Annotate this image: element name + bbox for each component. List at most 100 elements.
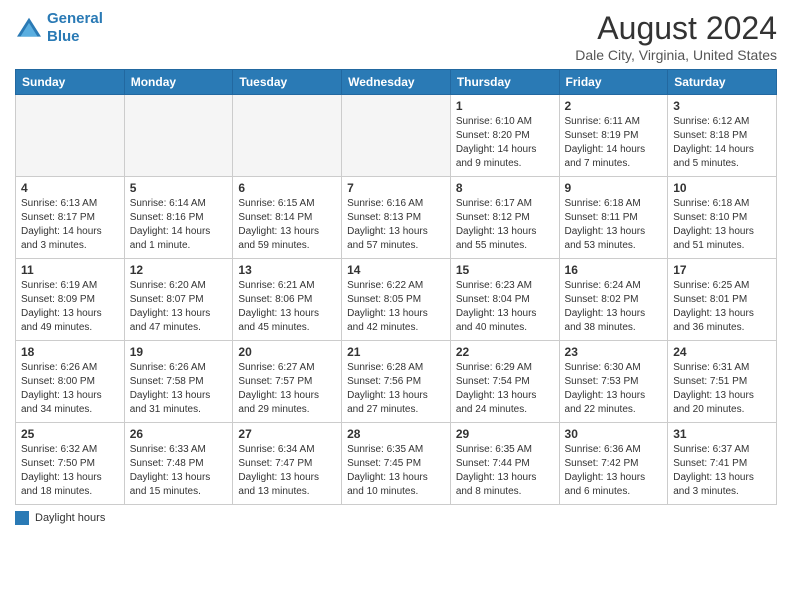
calendar-cell: 7 Sunrise: 6:16 AM Sunset: 8:13 PM Daylig… — [342, 177, 451, 259]
calendar-cell — [124, 95, 233, 177]
calendar-cell: 9 Sunrise: 6:18 AM Sunset: 8:11 PM Daylig… — [559, 177, 668, 259]
cell-date: 16 — [565, 263, 663, 277]
cell-info: Sunrise: 6:27 AM Sunset: 7:57 PM Dayligh… — [238, 361, 336, 417]
legend-label: Daylight hours — [35, 512, 105, 524]
calendar-cell: 5 Sunrise: 6:14 AM Sunset: 8:16 PM Daylig… — [124, 177, 233, 259]
cell-date: 3 — [673, 99, 771, 113]
cell-date: 15 — [456, 263, 554, 277]
calendar-cell: 11Sunrise: 6:19 AM Sunset: 8:09 PM Dayli… — [16, 259, 125, 341]
calendar-cell: 25 Sunrise: 6:32 AM Sunset: 7:50 PM Dayli… — [16, 423, 125, 505]
cell-date: 24 — [673, 345, 771, 359]
calendar-cell: 10Sunrise: 6:18 AM Sunset: 8:10 PM Dayli… — [668, 177, 777, 259]
cell-info: Sunrise: 6:11 AM Sunset: 8:19 PM Dayligh… — [565, 115, 663, 171]
calendar-week-row: 25 Sunrise: 6:32 AM Sunset: 7:50 PM Dayli… — [16, 423, 777, 505]
cell-info: Sunrise: 6:26 AM Sunset: 8:00 PM Dayligh… — [21, 361, 119, 417]
cell-date: 28 — [347, 427, 445, 441]
cell-date: 7 — [347, 181, 445, 195]
calendar-cell: 21Sunrise: 6:28 AM Sunset: 7:56 PM Dayli… — [342, 341, 451, 423]
month-title: August 2024 — [575, 10, 777, 47]
calendar-day-header: Wednesday — [342, 70, 451, 95]
logo-blue: Blue — [47, 28, 80, 45]
calendar-cell: 31Sunrise: 6:37 AM Sunset: 7:41 PM Dayli… — [668, 423, 777, 505]
cell-date: 8 — [456, 181, 554, 195]
cell-info: Sunrise: 6:26 AM Sunset: 7:58 PM Dayligh… — [130, 361, 228, 417]
calendar-cell: 6 Sunrise: 6:15 AM Sunset: 8:14 PM Daylig… — [233, 177, 342, 259]
cell-date: 17 — [673, 263, 771, 277]
cell-date: 29 — [456, 427, 554, 441]
cell-date: 18 — [21, 345, 119, 359]
calendar-cell: 18 Sunrise: 6:26 AM Sunset: 8:00 PM Dayli… — [16, 341, 125, 423]
cell-date: 25 — [21, 427, 119, 441]
cell-info: Sunrise: 6:16 AM Sunset: 8:13 PM Dayligh… — [347, 197, 445, 253]
title-area: August 2024 Dale City, Virginia, United … — [575, 10, 777, 63]
cell-info: Sunrise: 6:35 AM Sunset: 7:45 PM Dayligh… — [347, 443, 445, 499]
cell-date: 21 — [347, 345, 445, 359]
cell-date: 5 — [130, 181, 228, 195]
cell-info: Sunrise: 6:36 AM Sunset: 7:42 PM Dayligh… — [565, 443, 663, 499]
calendar-week-row: 11Sunrise: 6:19 AM Sunset: 8:09 PM Dayli… — [16, 259, 777, 341]
cell-date: 10 — [673, 181, 771, 195]
calendar-cell: 4Sunrise: 6:13 AM Sunset: 8:17 PM Daylig… — [16, 177, 125, 259]
cell-date: 30 — [565, 427, 663, 441]
calendar-cell: 3Sunrise: 6:12 AM Sunset: 8:18 PM Daylig… — [668, 95, 777, 177]
calendar-cell: 2 Sunrise: 6:11 AM Sunset: 8:19 PM Daylig… — [559, 95, 668, 177]
cell-date: 2 — [565, 99, 663, 113]
calendar-day-header: Tuesday — [233, 70, 342, 95]
cell-date: 9 — [565, 181, 663, 195]
logo-text: General Blue — [47, 10, 103, 46]
calendar-cell — [342, 95, 451, 177]
cell-info: Sunrise: 6:15 AM Sunset: 8:14 PM Dayligh… — [238, 197, 336, 253]
cell-info: Sunrise: 6:17 AM Sunset: 8:12 PM Dayligh… — [456, 197, 554, 253]
cell-info: Sunrise: 6:25 AM Sunset: 8:01 PM Dayligh… — [673, 279, 771, 335]
calendar-cell: 19 Sunrise: 6:26 AM Sunset: 7:58 PM Dayli… — [124, 341, 233, 423]
calendar: SundayMondayTuesdayWednesdayThursdayFrid… — [15, 69, 777, 505]
calendar-cell: 28 Sunrise: 6:35 AM Sunset: 7:45 PM Dayli… — [342, 423, 451, 505]
cell-date: 14 — [347, 263, 445, 277]
cell-info: Sunrise: 6:19 AM Sunset: 8:09 PM Dayligh… — [21, 279, 119, 335]
cell-info: Sunrise: 6:18 AM Sunset: 8:11 PM Dayligh… — [565, 197, 663, 253]
cell-date: 1 — [456, 99, 554, 113]
calendar-header-row: SundayMondayTuesdayWednesdayThursdayFrid… — [16, 70, 777, 95]
cell-info: Sunrise: 6:30 AM Sunset: 7:53 PM Dayligh… — [565, 361, 663, 417]
logo: General Blue — [15, 10, 103, 46]
calendar-week-row: 1 Sunrise: 6:10 AM Sunset: 8:20 PM Daylig… — [16, 95, 777, 177]
cell-date: 19 — [130, 345, 228, 359]
page: General Blue August 2024 Dale City, Virg… — [0, 0, 792, 612]
cell-info: Sunrise: 6:32 AM Sunset: 7:50 PM Dayligh… — [21, 443, 119, 499]
cell-info: Sunrise: 6:22 AM Sunset: 8:05 PM Dayligh… — [347, 279, 445, 335]
cell-info: Sunrise: 6:35 AM Sunset: 7:44 PM Dayligh… — [456, 443, 554, 499]
cell-date: 26 — [130, 427, 228, 441]
cell-info: Sunrise: 6:20 AM Sunset: 8:07 PM Dayligh… — [130, 279, 228, 335]
cell-date: 27 — [238, 427, 336, 441]
cell-date: 6 — [238, 181, 336, 195]
cell-info: Sunrise: 6:33 AM Sunset: 7:48 PM Dayligh… — [130, 443, 228, 499]
logo-icon — [15, 16, 43, 40]
cell-info: Sunrise: 6:34 AM Sunset: 7:47 PM Dayligh… — [238, 443, 336, 499]
calendar-day-header: Friday — [559, 70, 668, 95]
cell-info: Sunrise: 6:24 AM Sunset: 8:02 PM Dayligh… — [565, 279, 663, 335]
calendar-cell: 30 Sunrise: 6:36 AM Sunset: 7:42 PM Dayli… — [559, 423, 668, 505]
calendar-cell: 22 Sunrise: 6:29 AM Sunset: 7:54 PM Dayli… — [450, 341, 559, 423]
calendar-day-header: Monday — [124, 70, 233, 95]
calendar-cell: 26 Sunrise: 6:33 AM Sunset: 7:48 PM Dayli… — [124, 423, 233, 505]
calendar-week-row: 18 Sunrise: 6:26 AM Sunset: 8:00 PM Dayli… — [16, 341, 777, 423]
calendar-cell: 14 Sunrise: 6:22 AM Sunset: 8:05 PM Dayli… — [342, 259, 451, 341]
calendar-cell: 12 Sunrise: 6:20 AM Sunset: 8:07 PM Dayli… — [124, 259, 233, 341]
cell-info: Sunrise: 6:29 AM Sunset: 7:54 PM Dayligh… — [456, 361, 554, 417]
calendar-day-header: Sunday — [16, 70, 125, 95]
cell-info: Sunrise: 6:10 AM Sunset: 8:20 PM Dayligh… — [456, 115, 554, 171]
calendar-week-row: 4Sunrise: 6:13 AM Sunset: 8:17 PM Daylig… — [16, 177, 777, 259]
cell-date: 20 — [238, 345, 336, 359]
calendar-cell: 23 Sunrise: 6:30 AM Sunset: 7:53 PM Dayli… — [559, 341, 668, 423]
cell-date: 22 — [456, 345, 554, 359]
calendar-cell: 16 Sunrise: 6:24 AM Sunset: 8:02 PM Dayli… — [559, 259, 668, 341]
cell-date: 23 — [565, 345, 663, 359]
header-area: General Blue August 2024 Dale City, Virg… — [15, 10, 777, 63]
cell-info: Sunrise: 6:37 AM Sunset: 7:41 PM Dayligh… — [673, 443, 771, 499]
cell-info: Sunrise: 6:14 AM Sunset: 8:16 PM Dayligh… — [130, 197, 228, 253]
calendar-cell — [233, 95, 342, 177]
calendar-cell — [16, 95, 125, 177]
cell-date: 12 — [130, 263, 228, 277]
calendar-cell: 29 Sunrise: 6:35 AM Sunset: 7:44 PM Dayli… — [450, 423, 559, 505]
calendar-cell: 8 Sunrise: 6:17 AM Sunset: 8:12 PM Daylig… — [450, 177, 559, 259]
